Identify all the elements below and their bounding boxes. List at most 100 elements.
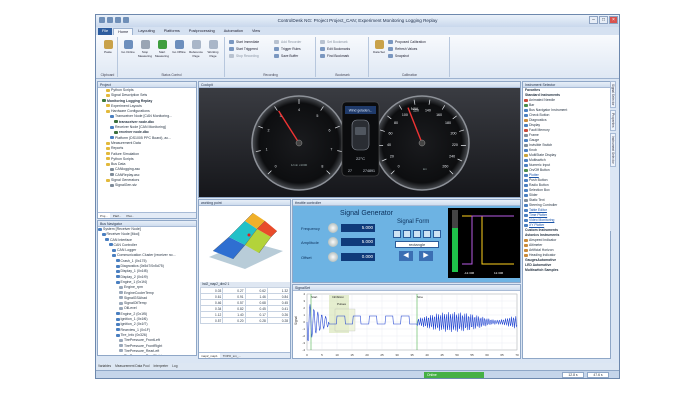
prev-form-button[interactable]: ◀ xyxy=(399,251,413,261)
table-cell[interactable]: 0.20 xyxy=(222,317,246,324)
tab-project[interactable]: Proj... xyxy=(98,213,110,218)
offset-knob[interactable] xyxy=(328,252,338,262)
close-button[interactable]: × xyxy=(609,16,618,24)
square-form-button[interactable] xyxy=(403,230,411,238)
tab-topo[interactable]: TOPO_sm_... xyxy=(221,353,243,358)
start-triggered-button[interactable]: Start Triggered xyxy=(229,46,258,52)
tab-variables[interactable]: Variables xyxy=(98,363,111,370)
refresh-values-button[interactable]: Refresh Values xyxy=(388,46,417,52)
tab-layouting[interactable]: Layouting xyxy=(134,28,158,35)
gauge-tick-label: 20 xyxy=(390,155,394,159)
working-point-pane: working point Ind2_map2_dim2 1 0.03 0.27 0… xyxy=(198,199,291,359)
3d-surface-plot xyxy=(209,212,283,269)
bus-tree-label: TirePressure_RearLeft xyxy=(124,348,160,353)
tab-map2-map1[interactable]: map2_map1 xyxy=(199,353,220,358)
signal-node-icon xyxy=(119,338,123,342)
minimize-button[interactable]: – xyxy=(589,16,598,24)
instrument-item[interactable]: Multiswitch Samples xyxy=(523,268,610,273)
sine-form-button[interactable] xyxy=(393,230,401,238)
data-set-label: Data Set xyxy=(373,50,385,54)
go-online-icon xyxy=(123,40,133,49)
tab-log[interactable]: Log xyxy=(172,363,177,370)
bus-tree-label: Crash_1 (0x175) xyxy=(120,258,147,263)
go-offline-icon xyxy=(174,40,184,49)
frequency-knob[interactable] xyxy=(328,223,338,233)
signal-preview-plot: -12.306 12.306 xyxy=(448,208,520,278)
signal-form-select[interactable]: rectangle xyxy=(395,241,439,248)
go-offline-button[interactable]: Go Offline xyxy=(172,40,186,54)
signal-node-icon xyxy=(101,232,106,236)
bus-tree-label: Diagnostics (0x5d7/0x5d75) xyxy=(120,264,164,269)
bus-tree-label: TirePressure_FrontLeft xyxy=(124,338,160,343)
table-cell[interactable]: 0.28 xyxy=(266,317,290,324)
folder-icon xyxy=(106,152,110,156)
start-immediate-button[interactable]: Start Immediate xyxy=(229,39,259,45)
instrument-label: Steering Controller xyxy=(529,203,558,207)
proposed-calibration-button[interactable]: Proposed Calibration xyxy=(388,39,426,45)
tab-interpreter[interactable]: Interpreter xyxy=(153,363,168,370)
signal-node-icon xyxy=(115,264,120,268)
bus-tree-item[interactable]: TirePressure_RearRight xyxy=(98,354,196,355)
tab-postprocessing[interactable]: Postprocessing xyxy=(185,28,219,35)
throttle-controller-pane: throttle controller Signal Generator Fre… xyxy=(292,199,521,283)
bus-tree-label: CAN Interface xyxy=(110,237,132,242)
stop-recording-button[interactable]: Stop Recording xyxy=(229,53,259,59)
maximize-button[interactable]: □ xyxy=(599,16,608,24)
bus-tree-label: CAN Logger xyxy=(117,248,137,253)
gauge-tick-label: 5 xyxy=(316,114,318,118)
project-pane-tabs: Proj... Platf... Plat... xyxy=(98,212,196,218)
reference-page-button[interactable]: Reference Page xyxy=(189,40,203,58)
find-bookmark-button[interactable]: Find Bookmark xyxy=(320,53,349,59)
tab-instrument-selector[interactable]: Instrument Selector xyxy=(610,132,616,167)
map-table: Ind2_map2_dim2 1 0.03 0.27 0.62 1.32 0.61 0.9… xyxy=(199,282,290,324)
tab-properties[interactable]: Properties xyxy=(610,110,616,131)
next-form-button[interactable]: ▶ xyxy=(419,251,433,261)
save-buffer-button[interactable]: Save Buffer xyxy=(274,53,298,59)
instrument-icon xyxy=(524,224,528,227)
amplitude-knob[interactable] xyxy=(328,237,338,247)
noise-form-button[interactable] xyxy=(433,230,441,238)
tab-file[interactable]: File xyxy=(98,28,113,35)
table-cell[interactable]: 0.57 xyxy=(199,317,224,324)
signal-node-icon xyxy=(112,254,116,258)
snapshot-button[interactable]: Snapshot xyxy=(388,53,409,59)
table-cell[interactable]: 0.28 xyxy=(244,317,268,324)
offset-input[interactable]: 0.000 xyxy=(341,253,375,261)
trigger-rules-button[interactable]: Trigger Rules xyxy=(274,46,301,52)
data-set-button[interactable]: Data Set xyxy=(372,40,386,54)
frequency-input[interactable]: 5.000 xyxy=(341,224,375,232)
x-tick: 50 xyxy=(455,353,459,357)
project-tree-item[interactable]: SignalGen.stz xyxy=(98,183,196,188)
sawtooth-form-button[interactable] xyxy=(423,230,431,238)
bus-tree-label: System [Receiver Node] xyxy=(103,227,141,231)
tab-measurement-data-pool[interactable]: Measurement Data Pool xyxy=(115,363,149,370)
bus-tree-label: Engine_rpm xyxy=(124,285,143,290)
instrument-label: XY Plotter xyxy=(529,223,545,227)
data-set-icon xyxy=(374,40,384,49)
tab-platform[interactable]: Platf... xyxy=(111,213,124,218)
tab-signal-selector[interactable]: Signal Selector xyxy=(610,81,616,109)
tab-platform-2[interactable]: Plat... xyxy=(124,213,136,218)
instrument-label: Selection Box xyxy=(529,188,550,192)
clipboard-group-label: Clipboard xyxy=(100,73,115,77)
working-page-button[interactable]: Working Page xyxy=(206,40,220,58)
instrument-label: Multiswitch Samples xyxy=(525,268,559,272)
tab-home[interactable]: Home xyxy=(113,28,134,35)
paste-button[interactable]: Paste xyxy=(101,40,115,54)
gauge-tick-label: 8 xyxy=(321,165,323,169)
y-tick: 1 xyxy=(303,313,305,317)
tab-platforms[interactable]: Platforms xyxy=(160,28,184,35)
project-tree-label: Signal Generators xyxy=(111,178,140,183)
add-recorder-button[interactable]: Add Recorder xyxy=(274,39,301,45)
stop-measuring-button[interactable]: Stop Measuring xyxy=(138,40,152,58)
edit-bookmarks-button[interactable]: Edit Bookmarks xyxy=(320,46,350,52)
go-online-button[interactable]: Go Online xyxy=(121,40,135,54)
tab-view[interactable]: View xyxy=(248,28,264,35)
triangle-form-button[interactable] xyxy=(413,230,421,238)
instrument-label: Video Monitoring xyxy=(529,218,555,222)
amplitude-input[interactable]: 5.000 xyxy=(341,238,375,246)
tab-automation[interactable]: Automation xyxy=(220,28,247,35)
signal-form-heading: Signal Form xyxy=(397,219,430,225)
start-measuring-button[interactable]: Start Measuring xyxy=(155,40,169,58)
set-bookmark-button[interactable]: Set Bookmark xyxy=(320,39,348,45)
